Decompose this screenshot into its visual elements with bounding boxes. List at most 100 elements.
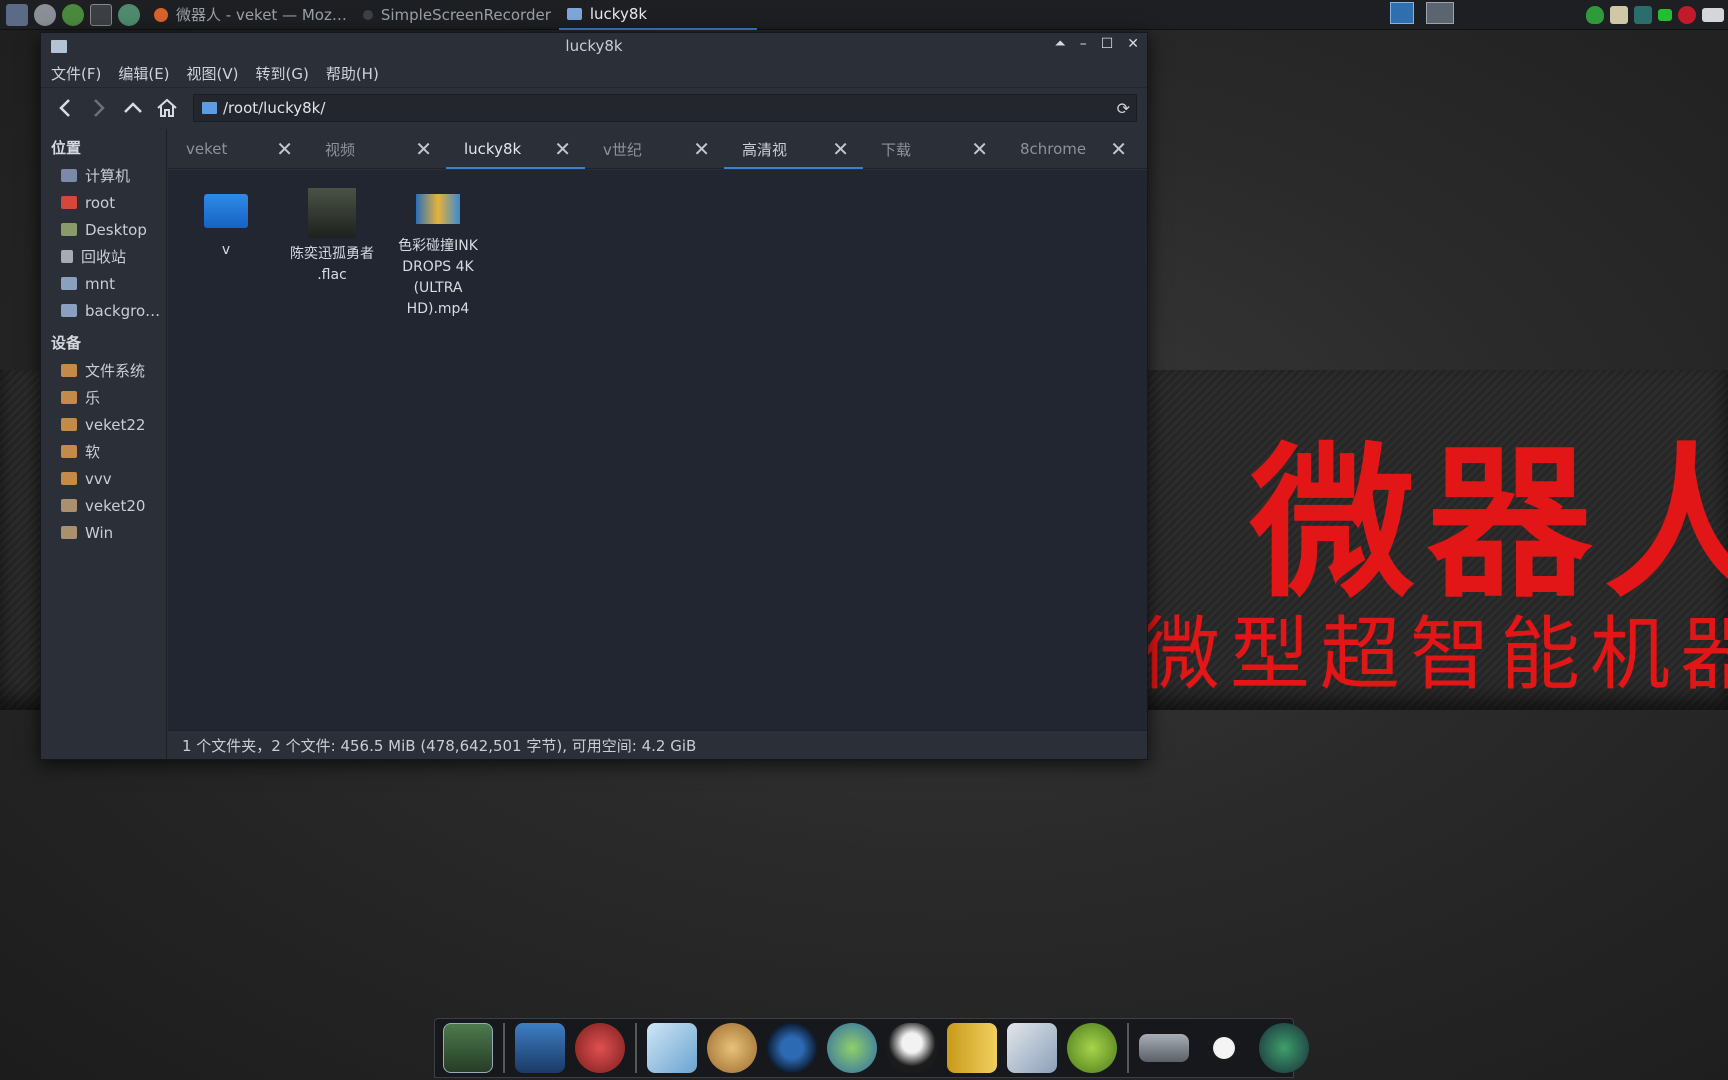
device-vvv[interactable]: vvv [41,465,166,492]
tab-veket[interactable]: veket ✕ [168,129,307,169]
drive-icon [61,364,77,377]
file-item[interactable]: v [176,180,276,261]
keyboard-icon[interactable] [1702,8,1724,22]
system-tray [1586,0,1728,30]
tab-8chrome[interactable]: 8chrome ✕ [1002,129,1141,169]
menu-help[interactable]: 帮助(H) [326,63,379,84]
network-users-icon[interactable] [827,1023,877,1073]
brightness-icon[interactable] [1199,1023,1249,1073]
show-desktop-icon[interactable] [1390,2,1414,24]
back-icon[interactable] [53,96,77,120]
computer-icon[interactable] [515,1023,565,1073]
close-tab-icon[interactable]: ✕ [693,137,710,161]
device-veket22[interactable]: veket22 [41,411,166,438]
task-screen-recorder[interactable]: SimpleScreenRecorder [355,0,559,30]
settings-gear-icon[interactable] [34,3,56,26]
folder-icon [61,277,77,290]
audio-thumbnail [308,188,356,238]
place-root[interactable]: root [41,189,166,216]
close-tab-icon[interactable]: ✕ [1110,137,1127,161]
navigation-toolbar: /root/lucky8k/ ⟳ [41,87,1147,127]
tab-v-century[interactable]: v世纪 ✕ [585,129,724,169]
close-tab-icon[interactable]: ✕ [276,137,293,161]
folder-icon [51,39,67,53]
device-ruan[interactable]: 软 [41,438,166,465]
paint-palette-icon[interactable] [707,1023,757,1073]
tab-hd-video[interactable]: 高清视 ✕ [724,129,863,169]
menu-go[interactable]: 转到(G) [256,63,309,84]
desktop-icon [61,223,77,236]
close-tab-icon[interactable]: ✕ [832,137,849,161]
tab-lucky8k[interactable]: lucky8k ✕ [446,129,585,169]
place-mnt[interactable]: mnt [41,270,166,297]
menu-bar: 文件(F) 编辑(E) 视图(V) 转到(G) 帮助(H) [41,59,1147,87]
status-text: 1 个文件夹，2 个文件: 456.5 MiB (478,642,501 字节)… [182,736,697,755]
record-icon[interactable] [1678,6,1696,24]
menu-edit[interactable]: 编辑(E) [118,63,169,84]
forward-icon[interactable] [87,96,111,120]
minimize-icon[interactable]: – [1080,36,1087,52]
media-player-icon[interactable] [767,1023,817,1073]
drive-icon [61,445,77,458]
dock-app-icon[interactable] [443,1023,493,1073]
book-icon[interactable] [947,1023,997,1073]
system-monitor-icon[interactable] [6,3,28,26]
close-icon[interactable]: ✕ [1127,36,1139,52]
place-desktop[interactable]: Desktop [41,216,166,243]
terminal-icon[interactable] [90,3,112,26]
menu-view[interactable]: 视图(V) [187,63,239,84]
tab-video[interactable]: 视频 ✕ [307,129,446,169]
device-le[interactable]: 乐 [41,384,166,411]
menu-file[interactable]: 文件(F) [51,63,101,84]
play-icon[interactable] [62,3,84,26]
top-taskbar: 微器人 - veket — Moz… SimpleScreenRecorder … [0,0,1728,30]
clipboard-icon[interactable] [1610,6,1628,24]
tab-bar: veket ✕ 视频 ✕ lucky8k ✕ v世纪 ✕ 高清视 ✕ 下载 ✕ 8chrom… [168,129,1147,169]
dock-separator [503,1023,505,1073]
close-tab-icon[interactable]: ✕ [971,137,988,161]
device-filesystem[interactable]: 文件系统 [41,357,166,384]
home-icon[interactable] [155,96,179,120]
task-file-manager[interactable]: lucky8k [558,0,757,30]
close-tab-icon[interactable]: ✕ [415,137,432,161]
drive-icon [61,418,77,431]
file-item[interactable]: 色彩碰撞INK DROPS 4K (ULTRA HD).mp4 [388,180,488,320]
chart-app-icon[interactable] [1007,1023,1057,1073]
shade-icon[interactable]: ⏶ [1055,36,1066,52]
window-list-icon[interactable] [1426,2,1454,24]
close-tab-icon[interactable]: ✕ [554,137,571,161]
globe-icon[interactable] [118,3,140,26]
help-icon[interactable] [1067,1023,1117,1073]
tab-downloads[interactable]: 下载 ✕ [863,129,1002,169]
mascot-icon[interactable] [575,1023,625,1073]
battery-icon[interactable] [1658,9,1672,21]
network-icon[interactable] [1634,6,1652,24]
shield-icon[interactable] [1586,6,1604,24]
file-name: 色彩碰撞INK DROPS 4K (ULTRA HD).mp4 [398,238,478,317]
text-editor-icon[interactable] [647,1023,697,1073]
file-view: v 陈奕迅孤勇者 .flac 色彩碰撞INK DROPS 4K (ULTRA H… [168,170,1147,730]
desktop-pager[interactable] [1390,2,1454,24]
device-veket20[interactable]: veket20 [41,492,166,519]
refresh-icon[interactable]: ⟳ [1117,99,1130,118]
path-bar[interactable]: /root/lucky8k/ ⟳ [193,93,1137,122]
file-manager-window: lucky8k ⏶ – ☐ ✕ 文件(F) 编辑(E) 视图(V) 转到(G) … [40,32,1148,760]
drive-icon [61,499,77,512]
place-background[interactable]: backgro… [41,297,166,324]
window-titlebar[interactable]: lucky8k ⏶ – ☐ ✕ [41,33,1147,59]
penguin-icon[interactable] [887,1023,937,1073]
recorder-icon [362,9,373,20]
place-computer[interactable]: 计算机 [41,162,166,189]
browser-globe-icon[interactable] [1259,1023,1309,1073]
folder-icon [204,194,248,228]
maximize-icon[interactable]: ☐ [1101,36,1114,52]
device-win[interactable]: Win [41,519,166,546]
file-name: v [221,242,231,258]
firefox-icon [154,7,168,22]
file-item[interactable]: 陈奕迅孤勇者 .flac [282,180,382,286]
drive-icon[interactable] [1139,1034,1189,1062]
up-icon[interactable] [121,96,145,120]
task-firefox[interactable]: 微器人 - veket — Moz… [146,0,355,30]
place-trash[interactable]: 回收站 [41,243,166,270]
folder-icon [61,304,77,317]
